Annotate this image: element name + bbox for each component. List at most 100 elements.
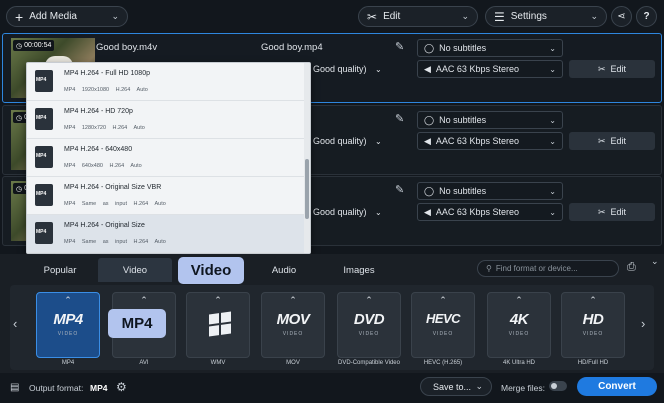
chevron-up-icon: ⌃ xyxy=(439,295,447,305)
share-button[interactable]: ⋖ xyxy=(611,6,632,27)
search-icon: ⚲ xyxy=(486,264,492,273)
preset-option[interactable]: MP4 H.264 - HD 720p MP4 1280x720 H.264 A… xyxy=(27,101,310,139)
format-logo-sub: VIDEO xyxy=(57,331,79,337)
search-placeholder: Find format or device... xyxy=(495,264,578,273)
help-button[interactable]: ? xyxy=(636,6,657,27)
help-label: ? xyxy=(643,11,650,22)
format-label: WMV xyxy=(210,360,226,366)
chevron-down-icon: ⌄ xyxy=(375,208,382,217)
clock-icon: ◷ xyxy=(16,185,23,193)
format-mov[interactable]: ⌃ MOV VIDEO xyxy=(261,292,325,358)
format-dvd[interactable]: ⌃ DVD VIDEO xyxy=(337,292,401,358)
save-to-label: Save to... xyxy=(433,381,472,392)
preset-option[interactable]: MP4 H.264 - Original Size MP4 Same as in… xyxy=(27,215,310,253)
format-logo: DVD xyxy=(353,311,385,328)
scrollbar-thumb[interactable] xyxy=(305,159,309,219)
format-hd[interactable]: ⌃ HD VIDEO xyxy=(561,292,625,358)
audio-value: AAC 63 Kbps Stereo xyxy=(435,64,519,74)
output-format-label: Output format: xyxy=(29,383,84,393)
plus-icon: + xyxy=(15,8,24,25)
format-hevc[interactable]: ⌃ HEVC VIDEO xyxy=(411,292,475,358)
format-4k[interactable]: ⌃ 4K VIDEO xyxy=(487,292,551,358)
scroll-right-arrow-icon[interactable]: › xyxy=(641,316,645,331)
quality-select[interactable]: Good quality) ⌄ xyxy=(313,136,382,146)
format-label: MOV xyxy=(286,360,300,366)
callout-mp4-format: MP4 xyxy=(108,309,166,338)
chevron-up-icon: ⌃ xyxy=(214,295,222,305)
file-edit-button[interactable]: ✂ Edit xyxy=(569,60,655,78)
format-logo: HD xyxy=(582,311,604,328)
format-logo: MP4 xyxy=(53,311,83,328)
bottom-bar: ▤ Output format: MP4 ⚙ Save to... ⌄ Merg… xyxy=(0,373,664,403)
merge-files-toggle[interactable] xyxy=(549,381,567,391)
convert-button[interactable]: Convert xyxy=(577,377,657,396)
chevron-down-icon: ⌄ xyxy=(549,115,556,125)
format-search-input[interactable]: ⚲ Find format or device... xyxy=(477,260,619,277)
preset-meta: MP4 Same as input H.264 Auto xyxy=(64,201,166,207)
format-logo-sub: VIDEO xyxy=(508,331,530,337)
quality-select[interactable]: Good quality) ⌄ xyxy=(313,207,382,217)
source-filename: Good boy.m4v xyxy=(96,42,158,53)
add-media-button[interactable]: + Add Media ⌄ xyxy=(6,6,128,27)
speaker-icon: ◀ xyxy=(424,63,431,74)
format-logo-sub: VIDEO xyxy=(282,331,304,337)
rename-pen-icon[interactable]: ✎ xyxy=(395,112,404,125)
speech-bubble-icon: ◯ xyxy=(424,114,435,125)
preset-option[interactable]: MP4 H.264 - Original Size VBR MP4 Same a… xyxy=(27,177,310,215)
subtitles-select[interactable]: ◯ No subtitles ⌄ xyxy=(417,39,563,57)
preset-meta: MP4 640x480 H.264 Auto xyxy=(64,163,142,169)
format-wmv[interactable]: ⌃ xyxy=(186,292,250,358)
save-to-button[interactable]: Save to... ⌄ xyxy=(420,377,492,396)
file-edit-button[interactable]: ✂ Edit xyxy=(569,203,655,221)
settings-button[interactable]: ☰ Settings ⌄ xyxy=(485,6,607,27)
scissors-icon: ✂ xyxy=(597,206,606,217)
app-window: + Add Media ⌄ ✂ Edit ⌄ ☰ Settings ⌄ ⋖ ? … xyxy=(0,0,664,403)
scissors-icon: ✂ xyxy=(597,135,606,146)
audio-track-select[interactable]: ◀ AAC 63 Kbps Stereo ⌄ xyxy=(417,132,563,150)
preset-dropdown: MP4 H.264 - Full HD 1080p MP4 1920x1080 … xyxy=(26,62,311,254)
chevron-down-icon: ⌄ xyxy=(461,11,469,21)
format-logo-sub: VIDEO xyxy=(432,331,454,337)
scissors-icon: ✂ xyxy=(597,63,606,74)
tab-video[interactable]: Video xyxy=(98,258,172,282)
quality-value: Good quality) xyxy=(313,64,367,74)
scroll-left-arrow-icon[interactable]: ‹ xyxy=(13,316,17,331)
audio-track-select[interactable]: ◀ AAC 63 Kbps Stereo ⌄ xyxy=(417,60,563,78)
tab-popular[interactable]: Popular xyxy=(22,258,98,282)
gear-icon[interactable]: ⚙ xyxy=(116,380,127,394)
file-format-icon xyxy=(35,108,53,130)
format-tabs: Popular Video Audio Images ⚲ Find format… xyxy=(0,254,664,284)
preset-option[interactable]: MP4 H.264 - Full HD 1080p MP4 1920x1080 … xyxy=(27,63,310,101)
file-format-icon xyxy=(35,146,53,168)
audio-track-select[interactable]: ◀ AAC 63 Kbps Stereo ⌄ xyxy=(417,203,563,221)
format-label: DVD-Compatible Video xyxy=(338,360,400,366)
device-detect-icon[interactable]: ⎙ xyxy=(627,261,636,274)
clock-icon: ◷ xyxy=(16,114,23,122)
chevron-down-icon: ⌄ xyxy=(590,11,598,21)
preset-name: MP4 H.264 - HD 720p xyxy=(64,108,133,115)
chevron-up-icon: ⌃ xyxy=(365,295,373,305)
collapse-chevron-icon[interactable]: ⌄ xyxy=(651,256,659,267)
dropdown-scrollbar[interactable] xyxy=(304,63,310,253)
sliders-icon: ☰ xyxy=(494,9,505,24)
file-edit-button[interactable]: ✂ Edit xyxy=(569,132,655,150)
scissors-icon: ✂ xyxy=(367,9,378,24)
quality-select[interactable]: Good quality) ⌄ xyxy=(313,64,382,74)
preset-option[interactable]: MP4 H.264 - 640x480 MP4 640x480 H.264 Au… xyxy=(27,139,310,177)
edit-button[interactable]: ✂ Edit ⌄ xyxy=(358,6,478,27)
tab-images[interactable]: Images xyxy=(322,258,396,282)
tab-audio[interactable]: Audio xyxy=(246,258,322,282)
chevron-down-icon: ⌄ xyxy=(375,137,382,146)
rename-pen-icon[interactable]: ✎ xyxy=(395,40,404,53)
format-mp4[interactable]: ⌃ MP4 VIDEO xyxy=(36,292,100,358)
chevron-up-icon: ⌃ xyxy=(289,295,297,305)
chevron-up-icon: ⌃ xyxy=(515,295,523,305)
rename-pen-icon[interactable]: ✎ xyxy=(395,183,404,196)
edit-label: Edit xyxy=(383,11,401,22)
subtitles-select[interactable]: ◯ No subtitles ⌄ xyxy=(417,182,563,200)
chevron-down-icon: ⌄ xyxy=(111,11,119,21)
speech-bubble-icon: ◯ xyxy=(424,42,435,53)
file-edit-label: Edit xyxy=(610,207,627,217)
file-format-icon xyxy=(35,184,53,206)
subtitles-select[interactable]: ◯ No subtitles ⌄ xyxy=(417,111,563,129)
